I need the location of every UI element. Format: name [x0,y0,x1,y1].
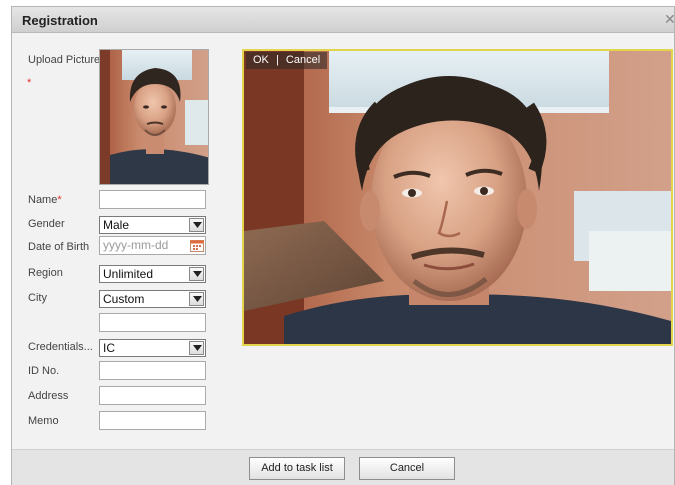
name-input[interactable] [99,190,206,209]
credentials-value: IC [103,341,115,355]
add-to-task-list-button[interactable]: Add to task list [249,457,345,480]
required-marker: * [27,77,32,89]
memo-input[interactable] [99,411,206,430]
gender-label: Gender [28,218,65,230]
city-select[interactable]: Custom [99,290,206,308]
gender-select[interactable]: Male [99,216,206,234]
city-custom-input[interactable] [99,313,206,332]
upload-picture-thumbnail[interactable] [99,49,209,185]
address-label: Address [28,390,69,402]
dialog-titlebar: Registration ✕ [12,7,674,33]
address-input[interactable] [99,386,206,405]
id-no-label: ID No. [28,365,60,377]
upload-picture-label: Upload Picture [28,54,101,66]
calendar-icon[interactable] [190,239,204,252]
close-icon[interactable]: ✕ [664,12,674,27]
city-label: City [28,292,47,304]
region-label: Region [28,267,63,279]
chevron-down-icon[interactable] [189,267,204,281]
dialog-title: Registration [22,13,98,28]
credentials-label: Credentials... [28,341,93,353]
region-select[interactable]: Unlimited [99,265,206,283]
face-photo [244,51,671,344]
registration-dialog: Registration ✕ Upload Picture * Name* Ge… [11,6,675,485]
dob-placeholder: yyyy-mm-dd [103,238,169,252]
crop-ok-button[interactable]: OK [253,54,269,66]
memo-label: Memo [28,415,59,427]
dob-input[interactable]: yyyy-mm-dd [99,236,206,255]
gender-value: Male [103,218,130,232]
name-label: Name* [28,194,62,206]
crop-cancel-button[interactable]: Cancel [286,54,320,66]
credentials-select[interactable]: IC [99,339,206,357]
crop-separator: | [275,54,279,66]
cancel-button[interactable]: Cancel [359,457,455,480]
chevron-down-icon[interactable] [189,292,204,306]
city-value: Custom [103,292,145,306]
crop-action-bar: OK | Cancel [246,52,328,69]
region-value: Unlimited [103,267,154,281]
dialog-footer: Add to task list Cancel [12,449,674,485]
dob-label: Date of Birth [28,241,90,253]
chevron-down-icon[interactable] [189,341,204,355]
picture-crop-preview[interactable]: OK | Cancel [242,49,673,346]
chevron-down-icon[interactable] [189,218,204,232]
id-no-input[interactable] [99,361,206,380]
